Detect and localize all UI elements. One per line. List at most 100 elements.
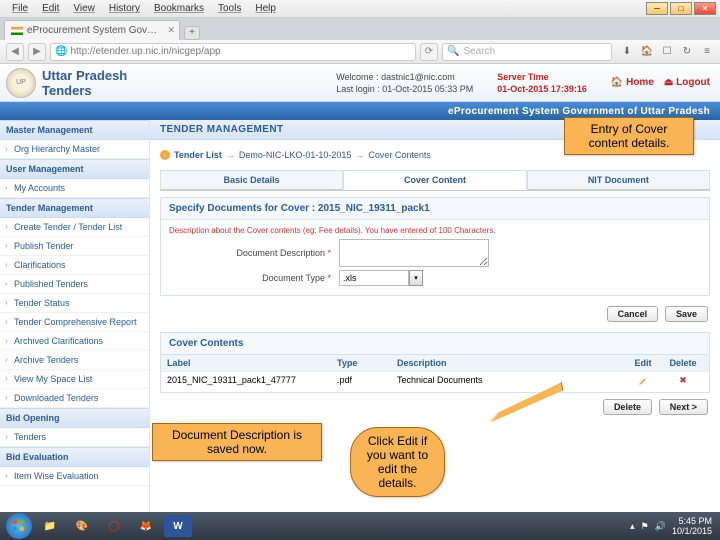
sidebar-group-bid-opening: Bid Opening: [0, 408, 149, 428]
sidebar-item-published-tenders[interactable]: Published Tenders: [0, 275, 149, 294]
window-close[interactable]: ✕: [694, 2, 716, 15]
sidebar-item-archive-tenders[interactable]: Archive Tenders: [0, 351, 149, 370]
label-doc-description: Document Description *: [169, 248, 339, 258]
col-type: Type: [337, 358, 397, 368]
url-field[interactable]: 🌐 http://etender.up.nic.in/nicgep/app: [50, 43, 416, 61]
tab-title: eProcurement System Gov…: [27, 25, 157, 36]
breadcrumb-tender-id[interactable]: Demo-NIC-LKO-01-10-2015: [239, 150, 352, 160]
download-icon[interactable]: ⬇: [620, 45, 634, 59]
breadcrumb-cover-contents: Cover Contents: [368, 150, 431, 160]
forward-button[interactable]: ▶: [28, 43, 46, 61]
sidebar-item-my-accounts[interactable]: My Accounts: [0, 179, 149, 198]
menu-view[interactable]: View: [67, 3, 101, 14]
logout-link[interactable]: ⏏ Logout: [664, 77, 710, 88]
char-hint: Description about the Cover contents (eg…: [169, 226, 701, 235]
col-description: Description: [397, 358, 623, 368]
cancel-button[interactable]: Cancel: [607, 306, 659, 322]
taskbar-explorer-icon[interactable]: 📁: [36, 515, 64, 537]
edit-icon[interactable]: [637, 375, 649, 387]
bookmark-icon[interactable]: ☐: [660, 45, 674, 59]
content-tabs: Basic Details Cover Content NIT Document: [160, 170, 710, 191]
menu-tools[interactable]: Tools: [212, 3, 247, 14]
sidebar-item-tender-status[interactable]: Tender Status: [0, 294, 149, 313]
tray-arrow-icon[interactable]: ▴: [630, 521, 635, 532]
breadcrumb-icon: ›: [160, 150, 170, 160]
delete-button[interactable]: Delete: [603, 399, 652, 415]
doc-type-select[interactable]: .xls: [339, 270, 409, 286]
sidebar-item-item-wise-eval[interactable]: Item Wise Evaluation: [0, 467, 149, 486]
taskbar-firefox-icon[interactable]: 🦊: [132, 515, 160, 537]
save-button[interactable]: Save: [665, 306, 708, 322]
start-button[interactable]: [6, 513, 32, 539]
state-seal-icon: UP: [6, 68, 36, 98]
taskbar-opera-icon[interactable]: ◯: [100, 515, 128, 537]
india-flag-icon: [11, 27, 23, 35]
menu-bookmarks[interactable]: Bookmarks: [148, 3, 210, 14]
welcome-block: Welcome : dastnic1@nic.com Last login : …: [336, 71, 473, 95]
tab-basic-details[interactable]: Basic Details: [160, 170, 343, 190]
menu-icon[interactable]: ≡: [700, 45, 714, 59]
dropdown-icon[interactable]: ▾: [409, 270, 423, 286]
menu-help[interactable]: Help: [249, 3, 282, 14]
sidebar-item-create-tender[interactable]: Create Tender / Tender List: [0, 218, 149, 237]
home-link[interactable]: 🏠 Home: [611, 77, 654, 88]
taskbar-paint-icon[interactable]: 🎨: [68, 515, 96, 537]
tab-close-icon[interactable]: ✕: [168, 25, 176, 36]
cell-label: 2015_NIC_19311_pack1_47777: [167, 375, 337, 389]
sidebar-item-tenders[interactable]: Tenders: [0, 428, 149, 447]
new-tab-button[interactable]: +: [184, 26, 200, 40]
col-delete: Delete: [663, 358, 703, 368]
windows-taskbar: 📁 🎨 ◯ 🦊 W ▴ ⚑ 🔊 5:45 PM 10/1/2015: [0, 512, 720, 540]
sidebar-item-downloaded-tenders[interactable]: Downloaded Tenders: [0, 389, 149, 408]
breadcrumb-tender-list[interactable]: Tender List: [174, 150, 222, 160]
cover-contents-table: Label Type Description Edit Delete 2015_…: [160, 355, 710, 393]
tab-cover-content[interactable]: Cover Content: [343, 170, 526, 190]
menu-file[interactable]: File: [6, 3, 34, 14]
menu-edit[interactable]: Edit: [36, 3, 65, 14]
sidebar-item-publish-tender[interactable]: Publish Tender: [0, 237, 149, 256]
callout-entry-cover: Entry of Cover content details.: [564, 117, 694, 155]
tab-nit-document[interactable]: NIT Document: [527, 170, 710, 190]
col-label: Label: [167, 358, 337, 368]
url-text: http://etender.up.nic.in/nicgep/app: [70, 46, 220, 57]
sync-icon[interactable]: ↻: [680, 45, 694, 59]
sidebar-item-comprehensive-report[interactable]: Tender Comprehensive Report: [0, 313, 149, 332]
sidebar-group-master: Master Management: [0, 120, 149, 140]
doc-description-input[interactable]: [339, 239, 489, 267]
panel-title: Specify Documents for Cover : 2015_NIC_1…: [161, 198, 709, 220]
table-row: 2015_NIC_19311_pack1_47777 .pdf Technica…: [161, 371, 709, 392]
menu-history[interactable]: History: [103, 3, 146, 14]
sidebar-group-user: User Management: [0, 159, 149, 179]
callout-click-edit: Click Edit if you want to edit the detai…: [350, 427, 445, 497]
search-icon: 🔍: [447, 46, 459, 57]
home-icon[interactable]: 🏠: [640, 45, 654, 59]
tray-speaker-icon[interactable]: 🔊: [655, 521, 666, 532]
callout-desc-saved: Document Description is saved now.: [152, 423, 322, 461]
taskbar-word-icon[interactable]: W: [164, 515, 192, 537]
window-minimize[interactable]: ─: [646, 2, 668, 15]
browser-menu-bar: File Edit View History Bookmarks Tools H…: [0, 0, 720, 18]
delete-icon[interactable]: ✖: [677, 375, 689, 387]
search-field[interactable]: 🔍 Search: [442, 43, 612, 61]
window-maximize[interactable]: □: [670, 2, 692, 15]
sidebar-item-view-my-space[interactable]: View My Space List: [0, 370, 149, 389]
col-edit: Edit: [623, 358, 663, 368]
label-doc-type: Document Type *: [169, 273, 339, 283]
reload-button[interactable]: ⟳: [420, 43, 438, 61]
browser-tab[interactable]: eProcurement System Gov… ✕: [4, 20, 180, 40]
taskbar-clock[interactable]: 5:45 PM 10/1/2015: [672, 516, 714, 536]
sidebar-group-tender: Tender Management: [0, 198, 149, 218]
site-header: UP Uttar Pradesh Tenders Welcome : dastn…: [0, 64, 720, 102]
globe-icon: 🌐: [55, 46, 67, 57]
sidebar-group-bid-eval: Bid Evaluation: [0, 447, 149, 467]
search-placeholder: Search: [463, 46, 495, 57]
site-title: Uttar Pradesh Tenders: [42, 68, 127, 98]
back-button[interactable]: ◀: [6, 43, 24, 61]
cover-contents-title: Cover Contents: [160, 332, 710, 355]
sidebar-item-archived-clarifications[interactable]: Archived Clarifications: [0, 332, 149, 351]
next-button[interactable]: Next >: [659, 399, 708, 415]
server-time: Server Time 01-Oct-2015 17:39:16: [497, 71, 587, 95]
sidebar-item-clarifications[interactable]: Clarifications: [0, 256, 149, 275]
tray-flag-icon[interactable]: ⚑: [641, 521, 649, 532]
sidebar-item-org-hierarchy[interactable]: Org Hierarchy Master: [0, 140, 149, 159]
